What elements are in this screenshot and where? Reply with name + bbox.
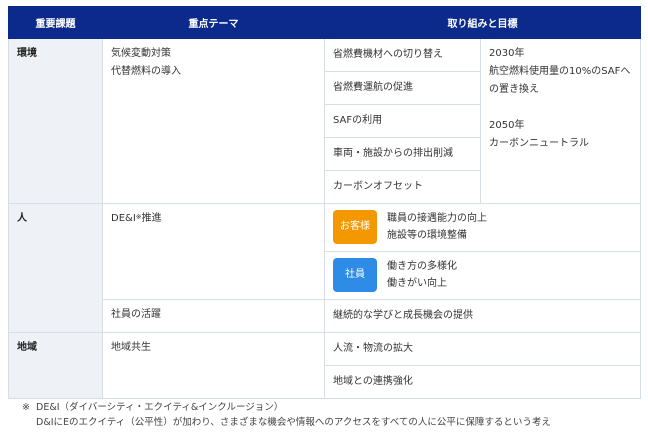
footnote-line-1: DE&I（ダイバーシティ・エクイティ&インクルージョン） xyxy=(36,402,284,413)
header-issue: 重要課題 xyxy=(8,6,103,39)
priority-issues-table: 重要課題 重点テーマ 取り組みと目標 環境 気候変動対策 代替燃料の導入 省燃費… xyxy=(8,6,641,399)
action-item: 省燃費運航の促進 xyxy=(324,71,481,105)
customer-badge: お客様 xyxy=(333,210,377,244)
theme-dei-suffix: 推進 xyxy=(141,213,162,224)
table-row: 社員の活躍 継続的な学びと成長機会の提供 xyxy=(9,299,641,333)
table-row: 環境 気候変動対策 代替燃料の導入 省燃費機材への切り替え 2030年 航空燃料… xyxy=(8,38,641,204)
theme-employee-success: 社員の活躍 xyxy=(102,299,325,333)
action-item: 継続的な学びと成長機会の提供 xyxy=(324,299,641,333)
footnote: ※ DE&I（ダイバーシティ・エクイティ&インクルージョン） D&IにEのエクイテ… xyxy=(22,400,551,430)
employee-action-line: 働き方の多様化 xyxy=(387,261,457,272)
goal-2050-text: カーボンニュートラル xyxy=(489,138,589,149)
goal-2030-year: 2030年 xyxy=(489,48,525,59)
footnote-symbol: ※ xyxy=(22,402,30,413)
priority-issues-table-container: 重要課題 重点テーマ 取り組みと目標 環境 気候変動対策 代替燃料の導入 省燃費… xyxy=(8,6,641,399)
action-item: 地域との連携強化 xyxy=(324,365,641,399)
employee-actions: 社員 働き方の多様化 働きがい向上 xyxy=(324,251,641,300)
theme-dei: DE&I※推進 xyxy=(102,203,325,300)
theme-line: 代替燃料の導入 xyxy=(111,66,181,77)
customer-action-line: 施設等の環境整備 xyxy=(387,230,467,241)
action-item: 車両・施設からの排出削減 xyxy=(324,137,481,171)
goal-2030-text: 航空燃料使用量の10%のSAFへ xyxy=(489,66,631,77)
table-row: 人 DE&I※推進 お客様 職員の接遇能力の向上 施設等の環境整備 xyxy=(8,203,641,333)
footnote-line-2: D&IにEのエクイティ（公平性）が加わり、さまざまな機会や情報へのアクセスをすべ… xyxy=(36,417,551,428)
goal-2050-year: 2050年 xyxy=(489,120,525,131)
issue-people: 人 xyxy=(8,203,103,333)
action-item: SAFの利用 xyxy=(324,104,481,138)
action-item: 省燃費機材への切り替え xyxy=(324,38,481,72)
footnote-mark: ※ xyxy=(135,213,142,221)
customer-actions: お客様 職員の接遇能力の向上 施設等の環境整備 xyxy=(324,203,641,252)
action-item: カーボンオフセット xyxy=(324,170,481,204)
theme-dei-label: DE&I xyxy=(111,213,136,224)
header-actions: 取り組みと目標 xyxy=(324,6,641,39)
theme-community: 地域共生 xyxy=(102,332,325,399)
employee-badge: 社員 xyxy=(333,258,377,292)
customer-action-line: 職員の接遇能力の向上 xyxy=(387,213,487,224)
header-theme: 重点テーマ xyxy=(102,6,325,39)
environment-goals: 2030年 航空燃料使用量の10%のSAFへ の置き換え 2050年 カーボンニ… xyxy=(480,38,641,204)
issue-community: 地域 xyxy=(8,332,103,399)
employee-action-line: 働きがい向上 xyxy=(387,278,447,289)
table-row: 地域 地域共生 人流・物流の拡大 xyxy=(8,332,641,399)
table-header-row: 重要課題 重点テーマ 取り組みと目標 xyxy=(8,6,641,39)
goal-2030-text-cont: の置き換え xyxy=(489,84,539,95)
theme-climate: 気候変動対策 代替燃料の導入 xyxy=(102,38,325,204)
action-item: 人流・物流の拡大 xyxy=(324,332,641,366)
theme-line: 気候変動対策 xyxy=(111,48,171,59)
issue-environment: 環境 xyxy=(8,38,103,204)
